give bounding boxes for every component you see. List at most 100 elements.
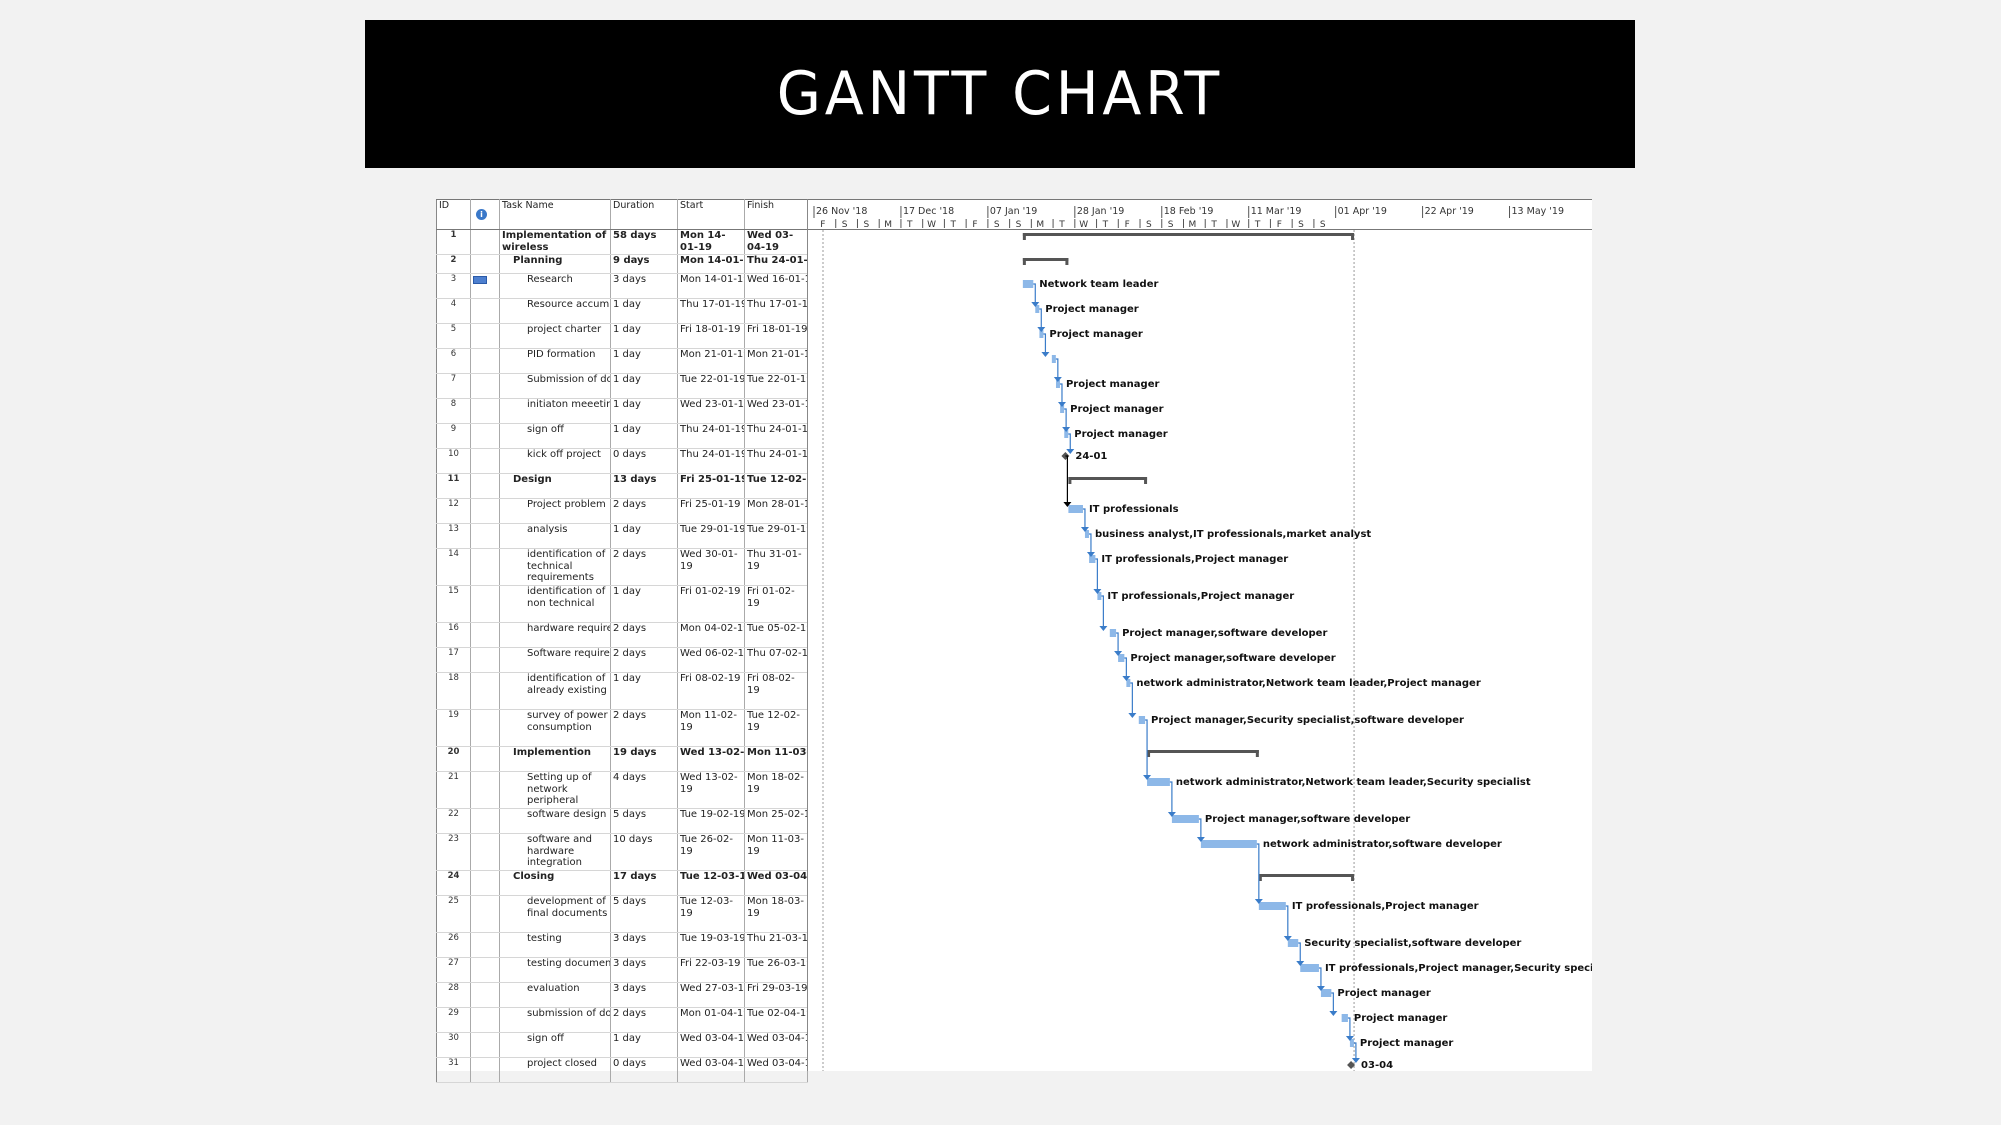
task-start-cell[interactable]: Wed 30-01-19 [677,548,745,586]
task-id-cell[interactable]: 13 [436,523,471,549]
task-name-cell[interactable]: Setting up of network peripheral [499,771,611,809]
task-indicator-cell[interactable] [470,709,500,747]
task-start-cell[interactable]: Mon 01-04-19 [677,1007,745,1033]
table-row[interactable]: 5 project charter 1 day Fri 18-01-19 Fri 18-… [436,323,808,349]
task-finish-cell[interactable]: Wed 03-04-19 [744,229,808,255]
task-name-cell[interactable]: Closing [499,870,611,896]
task-indicator-cell[interactable] [470,448,500,474]
table-row[interactable]: 22 software design 5 days Tue 19-02-19 Mon 2… [436,808,808,834]
task-duration-cell[interactable]: 2 days [610,1007,678,1033]
task-indicator-cell[interactable] [470,548,500,586]
task-id-cell[interactable]: 17 [436,647,471,673]
table-row[interactable]: 8 initiaton meeeting 1 day Wed 23-01-19 Wed … [436,398,808,424]
task-duration-cell[interactable]: 1 day [610,323,678,349]
task-start-cell[interactable]: Mon 14-01-19 [677,273,745,299]
task-id-cell[interactable]: 28 [436,982,471,1008]
task-start-cell[interactable]: Thu 17-01-19 [677,298,745,324]
task-finish-cell[interactable]: Fri 08-02-19 [744,672,808,710]
task-duration-cell[interactable]: 10 days [610,833,678,871]
task-id-cell[interactable]: 7 [436,373,471,399]
column-header-task-name[interactable]: Task Name [499,199,611,230]
task-id-cell[interactable]: 11 [436,473,471,499]
column-header-duration[interactable]: Duration [610,199,678,230]
task-name-cell[interactable]: Submission of documents [499,373,611,399]
task-duration-cell[interactable]: 9 days [610,254,678,274]
task-start-cell[interactable]: Fri 08-02-19 [677,672,745,710]
task-name-cell[interactable]: identification of technical requirements [499,548,611,586]
task-indicator-cell[interactable] [470,647,500,673]
task-start-cell[interactable]: Wed 03-04-19 [677,1032,745,1058]
task-name-cell[interactable]: evaluation [499,982,611,1008]
column-header-indicators[interactable]: i [470,199,500,230]
task-start-cell[interactable]: Tue 12-03-19 [677,895,745,933]
task-name-cell[interactable]: analysis [499,523,611,549]
task-indicator-cell[interactable] [470,523,500,549]
task-indicator-cell[interactable] [470,895,500,933]
task-name-cell[interactable]: identification of non technical [499,585,611,623]
task-id-cell[interactable]: 9 [436,423,471,449]
task-duration-cell[interactable]: 17 days [610,870,678,896]
task-start-cell[interactable]: Mon 14-01-19 [677,254,745,274]
task-duration-cell[interactable]: 19 days [610,746,678,772]
table-row[interactable]: 19 survey of power consumption 2 days Mon 1… [436,709,808,747]
task-start-cell[interactable]: Mon 14-01-19 [677,229,745,255]
table-row[interactable]: 2 Planning9 daysMon 14-01-19Thu 24-01-19 [436,254,808,274]
table-row[interactable]: 21 Setting up of network peripheral 4 days… [436,771,808,809]
task-name-cell[interactable]: testing [499,932,611,958]
task-start-cell[interactable]: Tue 22-01-19 [677,373,745,399]
table-row[interactable]: 15 identification of non technical 1 day Fr… [436,585,808,623]
task-start-cell[interactable]: Wed 03-04-19 [677,1057,745,1083]
task-start-cell[interactable]: Fri 22-03-19 [677,957,745,983]
task-start-cell[interactable]: Tue 19-02-19 [677,808,745,834]
task-finish-cell[interactable]: Tue 02-04-19 [744,1007,808,1033]
table-row[interactable]: 28 evaluation 3 days Wed 27-03-19 Fri 29-03-… [436,982,808,1008]
task-duration-cell[interactable]: 2 days [610,622,678,648]
task-finish-cell[interactable]: Mon 11-03-19 [744,746,808,772]
task-indicator-cell[interactable] [470,498,500,524]
task-finish-cell[interactable]: Thu 17-01-19 [744,298,808,324]
table-row[interactable]: 6 PID formation 1 day Mon 21-01-19 Mon 21-01… [436,348,808,374]
task-indicator-cell[interactable] [470,808,500,834]
task-indicator-cell[interactable] [470,771,500,809]
task-start-cell[interactable]: Fri 25-01-19 [677,473,745,499]
task-duration-cell[interactable]: 2 days [610,647,678,673]
table-row[interactable]: 13 analysis 1 day Tue 29-01-19 Tue 29-01-19 [436,523,808,549]
task-name-cell[interactable]: Project problem [499,498,611,524]
table-row[interactable]: 27 testing documentation3 daysFri 22-03-1… [436,957,808,983]
task-indicator-cell[interactable] [470,1057,500,1083]
task-start-cell[interactable]: Wed 13-02-19 [677,746,745,772]
table-row[interactable]: 25 development of final documents 5 days Tu… [436,895,808,933]
table-row[interactable]: 10 kick off project 0 days Thu 24-01-19 Thu … [436,448,808,474]
task-start-cell[interactable]: Wed 27-03-19 [677,982,745,1008]
task-duration-cell[interactable]: 5 days [610,895,678,933]
task-id-cell[interactable]: 21 [436,771,471,809]
task-indicator-cell[interactable] [470,957,500,983]
task-name-cell[interactable]: survey of power consumption [499,709,611,747]
column-header-finish[interactable]: Finish [744,199,808,230]
task-start-cell[interactable]: Wed 06-02-19 [677,647,745,673]
table-row[interactable]: 16 hardware requirements2 daysMon 04-02-1… [436,622,808,648]
task-finish-cell[interactable]: Wed 03-04-19 [744,870,808,896]
task-finish-cell[interactable]: Thu 07-02-19 [744,647,808,673]
task-duration-cell[interactable]: 5 days [610,808,678,834]
task-id-cell[interactable]: 12 [436,498,471,524]
task-finish-cell[interactable]: Thu 24-01-19 [744,448,808,474]
task-name-cell[interactable]: software design [499,808,611,834]
table-row[interactable]: 14 identification of technical requiremen… [436,548,808,586]
task-id-cell[interactable]: 22 [436,808,471,834]
task-indicator-cell[interactable] [470,473,500,499]
task-start-cell[interactable]: Wed 13-02-19 [677,771,745,809]
table-row[interactable]: 4Resource accumulation1 dayThu 17-01-19T… [436,298,808,324]
table-row[interactable]: 20 Implemention19 daysWed 13-02-19Mon 11-… [436,746,808,772]
task-indicator-cell[interactable] [470,229,500,255]
task-duration-cell[interactable]: 3 days [610,957,678,983]
task-start-cell[interactable]: Mon 11-02-19 [677,709,745,747]
task-id-cell[interactable]: 26 [436,932,471,958]
table-row[interactable]: 31 project closed 0 days Wed 03-04-19 Wed 03… [436,1057,808,1083]
task-finish-cell[interactable]: Wed 03-04-19 [744,1032,808,1058]
task-duration-cell[interactable]: 0 days [610,448,678,474]
task-duration-cell[interactable]: 13 days [610,473,678,499]
task-id-cell[interactable]: 25 [436,895,471,933]
task-duration-cell[interactable]: 1 day [610,423,678,449]
task-name-cell[interactable]: development of final documents [499,895,611,933]
